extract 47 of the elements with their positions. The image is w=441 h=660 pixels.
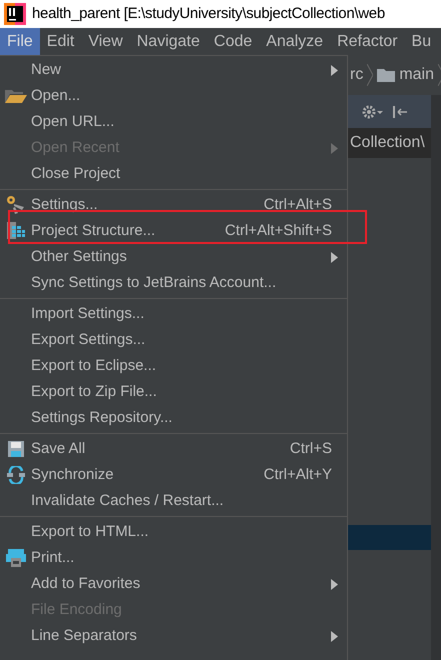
menu-item[interactable]: Sync Settings to JetBrains Account...	[31, 272, 276, 294]
shortcut-label: Ctrl+Alt+Y	[264, 464, 332, 485]
menu-bar-item[interactable]: Edit	[40, 28, 82, 55]
shortcut-label: Ctrl+Alt+S	[264, 194, 332, 215]
chevron-icon	[367, 64, 374, 86]
menu-bar-item[interactable]: Refactor	[330, 28, 405, 55]
menu-bar-item[interactable]: File	[0, 28, 40, 55]
gear-icon[interactable]	[362, 104, 384, 120]
menu-bar-item[interactable]: Bu	[404, 28, 438, 55]
menu-item[interactable]: Save All	[31, 438, 86, 460]
menu-item[interactable]: New	[31, 58, 62, 82]
menu-bar-item[interactable]: Navigate	[130, 28, 207, 55]
menu-item[interactable]: Open...	[31, 84, 80, 108]
menu-item[interactable]: Synchronize	[31, 464, 114, 486]
menu-item[interactable]: Export Settings...	[31, 328, 146, 352]
breadcrumb-item[interactable]: rc	[350, 63, 364, 87]
window-title: health_parent [E:\studyUniversity\subjectCollection\web	[32, 4, 385, 24]
folder-icon	[377, 68, 396, 82]
shortcut-label: Ctrl+Alt+Shift+S	[224, 220, 332, 241]
menu-item[interactable]: Other Settings	[31, 246, 127, 268]
menu-item[interactable]: Settings...	[31, 194, 98, 216]
menu-item[interactable]: Invalidate Caches / Restart...	[31, 490, 224, 512]
menu-item[interactable]: Open URL...	[31, 110, 114, 134]
menu-item[interactable]: Print...	[31, 546, 74, 570]
menu-item[interactable]: Import Settings...	[31, 302, 144, 326]
collapse-icon[interactable]	[392, 104, 408, 120]
menu-item[interactable]: Export to Zip File...	[31, 380, 157, 404]
wrench-icon	[6, 195, 26, 215]
menu-item[interactable]: Project Structure...	[31, 220, 156, 242]
menu-item[interactable]: Add to Favorites	[31, 572, 140, 596]
menu-bar-item[interactable]: View	[81, 28, 130, 55]
menu-item[interactable]: Close Project	[31, 162, 120, 186]
shortcut-label: Ctrl+S	[290, 438, 332, 459]
printer-icon	[6, 548, 26, 568]
folder-icon	[4, 88, 26, 104]
app-logo-icon	[4, 3, 26, 25]
path-text: Collection\	[350, 133, 425, 153]
sync-icon	[6, 466, 26, 484]
grid-icon	[6, 221, 26, 241]
menu-item[interactable]: Line Separators	[31, 624, 137, 648]
menu-bar-item[interactable]: Code	[206, 28, 260, 55]
menu-item[interactable]: Export to HTML...	[31, 520, 149, 544]
breadcrumb-item[interactable]: main	[399, 63, 434, 87]
menu-item[interactable]: Export to Eclipse...	[31, 354, 156, 378]
scrollbar[interactable]	[431, 95, 441, 660]
menu-bar-item[interactable]: Analyze	[259, 28, 330, 55]
menu-item[interactable]: Settings Repository...	[31, 406, 172, 430]
